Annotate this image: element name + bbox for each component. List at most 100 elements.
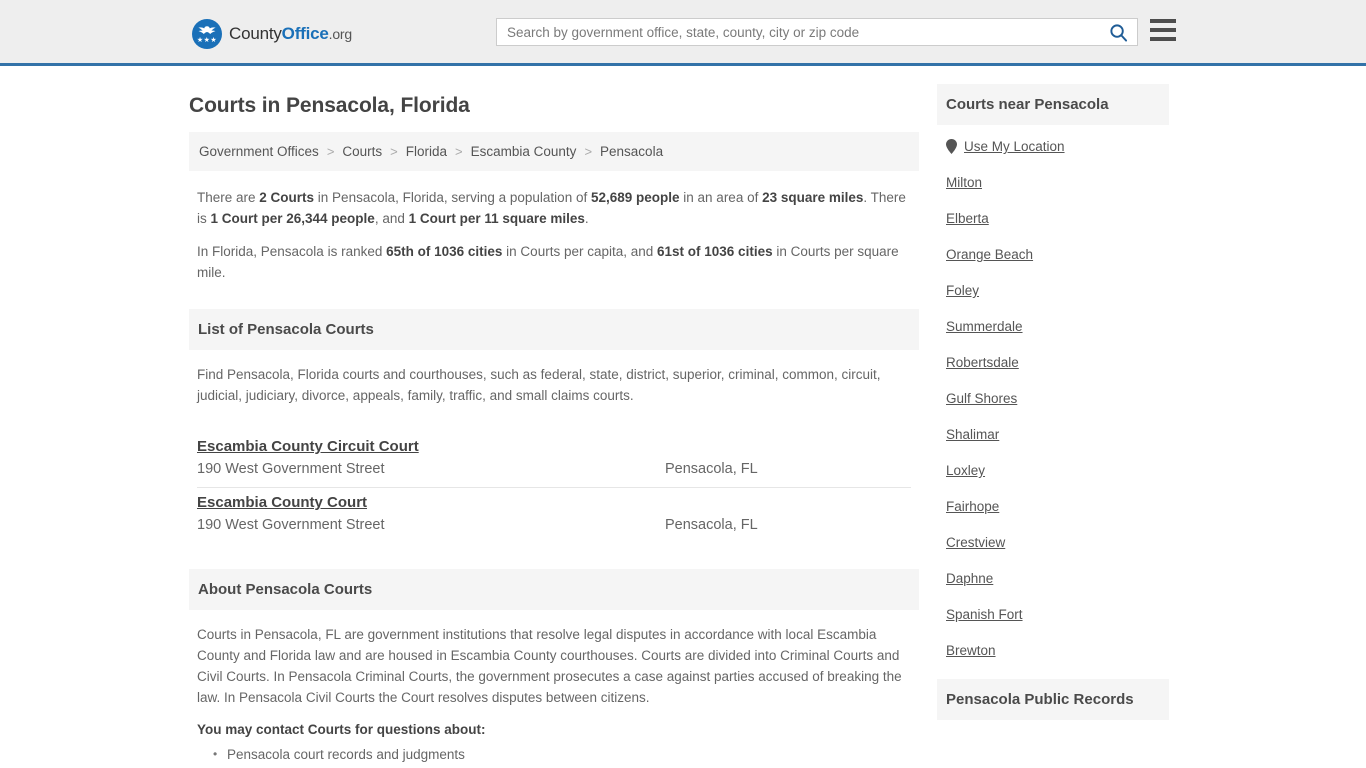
court-detail-row: 190 West Government Street Pensacola, FL	[197, 461, 911, 477]
about-description: Courts in Pensacola, FL are government i…	[197, 627, 902, 705]
statistics-paragraph-1: There are 2 Courts in Pensacola, Florida…	[197, 187, 911, 229]
stat-rank-per-capita: 65th of 1036 cities	[386, 244, 503, 259]
main-content: Courts in Pensacola, Florida Government …	[189, 84, 919, 768]
court-city-state: Pensacola, FL	[665, 461, 758, 477]
court-name-link[interactable]: Escambia County Court	[197, 494, 367, 511]
sidebar-box-courts-near: Courts near Pensacola Use My Location Mi…	[937, 84, 1169, 658]
sidebar-item-fairhope[interactable]: Fairhope	[946, 499, 1160, 514]
section-title: About Pensacola Courts	[198, 581, 373, 598]
eagle-glyph-icon	[198, 26, 216, 34]
stat-text: There are	[197, 190, 260, 205]
stat-text: in an area of	[679, 190, 763, 205]
court-name-link[interactable]: Escambia County Circuit Court	[197, 438, 419, 455]
sidebar-item-robertsdale[interactable]: Robertsdale	[946, 355, 1160, 370]
sidebar-item-brewton[interactable]: Brewton	[946, 643, 1160, 658]
map-pin-icon	[946, 139, 957, 154]
breadcrumb-separator: >	[455, 144, 463, 159]
search-bar[interactable]	[496, 18, 1138, 46]
three-stars-icon: ★★★	[196, 37, 218, 44]
about-section-body: Courts in Pensacola, FL are government i…	[189, 610, 919, 768]
city-link[interactable]: Spanish Fort	[946, 607, 1023, 622]
city-link[interactable]: Robertsdale	[946, 355, 1019, 370]
section-title: List of Pensacola Courts	[198, 321, 374, 338]
hamburger-bar-2	[1150, 28, 1176, 32]
use-my-location-link[interactable]: Use My Location	[964, 139, 1065, 154]
site-logo-link[interactable]: ★★★ CountyOffice.org	[192, 19, 352, 49]
court-address: 190 West Government Street	[197, 461, 385, 477]
stat-text: In Florida, Pensacola is ranked	[197, 244, 387, 259]
sidebar-item-milton[interactable]: Milton	[946, 175, 1160, 190]
list-section-description-block: Find Pensacola, Florida courts and court…	[189, 350, 919, 420]
stat-text: .	[584, 211, 589, 226]
contact-lead: You may contact Courts for questions abo…	[197, 722, 486, 737]
sidebar-item-crestview[interactable]: Crestview	[946, 535, 1160, 550]
city-link[interactable]: Orange Beach	[946, 247, 1033, 262]
section-header-list-of-courts: List of Pensacola Courts	[189, 309, 919, 350]
city-link[interactable]: Shalimar	[946, 427, 999, 442]
city-link[interactable]: Gulf Shores	[946, 391, 1017, 406]
brand-office: Office	[281, 24, 329, 43]
sidebar-item-foley[interactable]: Foley	[946, 283, 1160, 298]
breadcrumb-item-florida[interactable]: Florida	[404, 144, 449, 159]
court-list: Escambia County Circuit Court 190 West G…	[189, 432, 919, 543]
sidebar-box-public-records: Pensacola Public Records	[937, 679, 1169, 720]
sidebar-item-orange-beach[interactable]: Orange Beach	[946, 247, 1160, 262]
page-body: Courts in Pensacola, Florida Government …	[0, 66, 1366, 768]
city-link[interactable]: Milton	[946, 175, 982, 190]
stat-rank-per-square-mile: 61st of 1036 cities	[657, 244, 773, 259]
sidebar-item-summerdale[interactable]: Summerdale	[946, 319, 1160, 334]
court-city-state: Pensacola, FL	[665, 517, 758, 533]
sidebar-title: Courts near Pensacola	[946, 96, 1109, 113]
city-link[interactable]: Fairhope	[946, 499, 999, 514]
page-title: Courts in Pensacola, Florida	[189, 94, 470, 117]
city-link[interactable]: Elberta	[946, 211, 989, 226]
sidebar-item-loxley[interactable]: Loxley	[946, 463, 1160, 478]
search-input[interactable]	[497, 19, 1099, 45]
brand-org: .org	[328, 26, 353, 42]
stat-text: in Courts per capita, and	[502, 244, 658, 259]
sidebar-item-elberta[interactable]: Elberta	[946, 211, 1160, 226]
brand-county: County	[229, 24, 282, 43]
hamburger-menu-icon[interactable]	[1150, 19, 1176, 41]
city-link[interactable]: Daphne	[946, 571, 993, 586]
list-item: Pensacola court records and judgments	[211, 744, 911, 765]
sidebar-item-use-my-location[interactable]: Use My Location	[946, 139, 1160, 154]
stat-text: , and	[374, 211, 409, 226]
statistics-block: There are 2 Courts in Pensacola, Florida…	[189, 171, 919, 299]
city-link[interactable]: Crestview	[946, 535, 1005, 550]
sidebar-item-daphne[interactable]: Daphne	[946, 571, 1160, 586]
court-detail-row: 190 West Government Street Pensacola, FL	[197, 517, 911, 533]
breadcrumb-item-courts[interactable]: Courts	[340, 144, 384, 159]
breadcrumb-item-pensacola: Pensacola	[600, 144, 664, 159]
stat-text: in Pensacola, Florida, serving a populat…	[314, 190, 591, 205]
search-button[interactable]	[1099, 19, 1137, 45]
breadcrumb-item-government-offices[interactable]: Government Offices	[197, 144, 321, 159]
stat-courts-per-people: 1 Court per 26,344 people	[210, 211, 375, 226]
sidebar-header-courts-near: Courts near Pensacola	[937, 84, 1169, 125]
sidebar-item-gulf-shores[interactable]: Gulf Shores	[946, 391, 1160, 406]
section-header-about-courts: About Pensacola Courts	[189, 569, 919, 610]
sidebar-item-shalimar[interactable]: Shalimar	[946, 427, 1160, 442]
sidebar: Courts near Pensacola Use My Location Mi…	[937, 84, 1169, 768]
city-link[interactable]: Loxley	[946, 463, 985, 478]
contact-topics-list: Pensacola court records and judgments La…	[211, 744, 911, 768]
search-icon	[1109, 23, 1127, 42]
site-header: ★★★ CountyOffice.org	[0, 0, 1366, 66]
sidebar-header-public-records: Pensacola Public Records	[937, 679, 1169, 720]
stat-courts-count: 2 Courts	[259, 190, 315, 205]
hamburger-bar-1	[1150, 19, 1176, 23]
breadcrumb-item-escambia-county[interactable]: Escambia County	[469, 144, 579, 159]
breadcrumb-separator: >	[584, 144, 593, 159]
city-link[interactable]: Summerdale	[946, 319, 1023, 334]
table-row: Escambia County Circuit Court 190 West G…	[197, 432, 911, 488]
eagle-stars-seal-icon: ★★★	[192, 19, 222, 49]
city-link[interactable]: Foley	[946, 283, 979, 298]
city-link[interactable]: Brewton	[946, 643, 996, 658]
breadcrumb-separator: >	[390, 144, 398, 159]
hamburger-bar-3	[1150, 37, 1176, 41]
statistics-paragraph-2: In Florida, Pensacola is ranked 65th of …	[197, 241, 911, 283]
breadcrumb: Government Offices > Courts > Florida > …	[189, 132, 919, 171]
stat-population: 52,689 people	[590, 190, 680, 205]
stat-courts-per-area: 1 Court per 11 square miles	[408, 211, 585, 226]
sidebar-item-spanish-fort[interactable]: Spanish Fort	[946, 607, 1160, 622]
